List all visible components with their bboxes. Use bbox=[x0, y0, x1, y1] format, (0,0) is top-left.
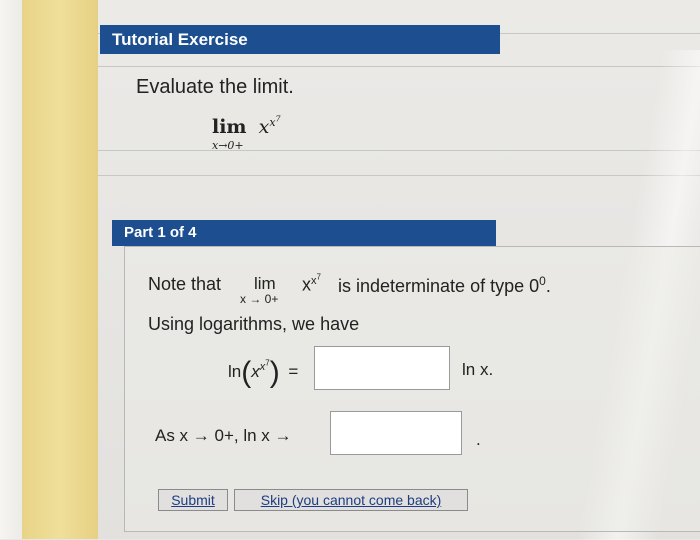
note-prefix: Note that bbox=[148, 274, 222, 294]
logarithm-sentence: Using logarithms, we have bbox=[148, 314, 360, 334]
limit-expression: lim xx7 bbox=[212, 114, 281, 138]
part-header-title: Part 1 of 4 bbox=[124, 224, 197, 241]
background-yellow-band bbox=[22, 0, 100, 539]
answer-coefficient-input[interactable] bbox=[314, 346, 450, 390]
tutorial-header-title: Tutorial Exercise bbox=[112, 30, 248, 49]
limit-word: lim bbox=[212, 115, 247, 138]
type-base: 0 bbox=[529, 276, 540, 296]
note-lim-subscript: x → 0+ bbox=[240, 292, 279, 306]
indeterminate-type: 00 bbox=[529, 274, 546, 296]
submit-button[interactable]: Submit bbox=[158, 489, 228, 511]
after-box-text: ln x. bbox=[462, 360, 494, 379]
note-suffix: is indeterminate of type 00. bbox=[338, 274, 551, 297]
note-expression: xx7 bbox=[302, 272, 321, 296]
instruction-text: Evaluate the limit. bbox=[136, 76, 294, 98]
limit-exp-power: 7 bbox=[275, 114, 281, 123]
background-left-strip bbox=[0, 0, 22, 539]
part-header: Part 1 of 4 bbox=[112, 220, 496, 246]
note-expr-base: x bbox=[302, 274, 311, 295]
trailing-dot: . bbox=[476, 430, 481, 449]
equals-sign: = bbox=[288, 362, 299, 381]
note-lim-word: lim bbox=[254, 274, 276, 293]
limit-subscript: x→0+ bbox=[212, 139, 244, 152]
ln-expression: ln(xx7) = bbox=[228, 356, 299, 389]
tutorial-header: Tutorial Exercise bbox=[100, 25, 500, 54]
skip-button[interactable]: Skip (you cannot come back) bbox=[234, 489, 468, 511]
note-suffix-text: is indeterminate of type bbox=[338, 276, 525, 296]
answer-limit-input[interactable] bbox=[330, 411, 462, 455]
note-expr-power: 7 bbox=[316, 272, 321, 281]
limit-base: x bbox=[258, 115, 270, 138]
type-exp: 0 bbox=[539, 274, 546, 288]
type-period: . bbox=[545, 276, 551, 296]
ln-arg-base: x bbox=[251, 362, 260, 381]
as-limit-text: As x → 0+, ln x → bbox=[155, 426, 292, 445]
ln-label: ln bbox=[228, 362, 242, 381]
